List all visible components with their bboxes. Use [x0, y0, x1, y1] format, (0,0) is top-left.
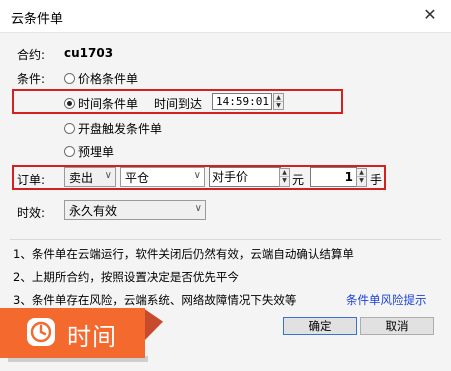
chevron-down-icon: ∨: [194, 203, 202, 214]
badge-text: 时间: [67, 323, 117, 351]
validity-value: 永久有效: [69, 203, 118, 218]
validity-label: 时效:: [17, 206, 46, 220]
radio-preset-order[interactable]: 预埋单: [64, 143, 114, 160]
radio-label: 预埋单: [78, 145, 115, 159]
spin-up-icon[interactable]: ▲: [274, 94, 283, 102]
price-unit: 元: [292, 173, 305, 187]
window-title: 云条件单: [11, 12, 64, 27]
offset-value: 平仓: [125, 170, 150, 185]
close-icon[interactable]: ✕: [419, 4, 441, 26]
quantity-unit: 手: [370, 173, 383, 187]
contract-value: cu1703: [64, 46, 114, 60]
spin-up-icon[interactable]: ▲: [357, 169, 366, 177]
title-bar: 云条件单 ✕: [0, 0, 451, 33]
radio-indicator[interactable]: [64, 73, 75, 84]
note-2: 2、上期所合约，按照设置决定是否优先平今: [13, 270, 239, 284]
validity-select[interactable]: 永久有效 ∨: [64, 200, 206, 220]
spin-down-icon[interactable]: ▼: [280, 177, 289, 184]
radio-label: 时间条件单: [78, 97, 139, 111]
quantity-input[interactable]: 1: [310, 167, 357, 187]
cancel-button[interactable]: 取消: [360, 317, 434, 335]
price-type-input[interactable]: 对手价: [209, 167, 281, 187]
risk-warning-link[interactable]: 条件单风险提示: [346, 292, 427, 308]
direction-select[interactable]: 卖出 ∨: [64, 167, 116, 187]
contract-label: 合约:: [17, 48, 46, 62]
conditional-order-dialog: 云条件单 ✕ 合约: cu1703 条件: 价格条件单 时间条件单 时间到达 1…: [0, 0, 451, 371]
divider: [10, 239, 441, 240]
spin-down-icon[interactable]: ▼: [274, 102, 283, 109]
time-reach-label: 时间到达: [154, 97, 203, 111]
clock-icon: [27, 318, 55, 346]
time-spinner[interactable]: ▲ ▼: [273, 93, 284, 110]
radio-indicator[interactable]: [64, 146, 75, 157]
condition-label: 条件:: [17, 72, 46, 86]
chevron-down-icon: ∨: [193, 170, 201, 181]
spin-down-icon[interactable]: ▼: [357, 177, 366, 184]
direction-value: 卖出: [69, 170, 94, 185]
radio-open-trigger[interactable]: 开盘触发条件单: [64, 120, 162, 137]
offset-select[interactable]: 平仓 ∨: [120, 167, 205, 187]
radio-label: 价格条件单: [78, 72, 139, 86]
radio-price-condition[interactable]: 价格条件单: [64, 70, 138, 87]
chevron-down-icon: ∨: [104, 170, 112, 181]
radio-indicator-selected[interactable]: [64, 98, 75, 109]
radio-time-condition[interactable]: 时间条件单: [64, 95, 138, 112]
note-3: 3、条件单存在风险，云端系统、网络故障情况下失效等: [13, 293, 297, 307]
radio-label: 开盘触发条件单: [78, 122, 163, 136]
spin-up-icon[interactable]: ▲: [280, 169, 289, 177]
price-spinner[interactable]: ▲ ▼: [279, 168, 290, 187]
quantity-spinner[interactable]: ▲ ▼: [356, 168, 367, 187]
badge-tail: [143, 308, 163, 342]
ok-button[interactable]: 确定: [283, 317, 357, 335]
time-input[interactable]: 14:59:01: [212, 93, 272, 110]
radio-indicator[interactable]: [64, 123, 75, 134]
order-label: 订单:: [17, 173, 46, 187]
time-badge: 时间: [0, 308, 163, 362]
note-1: 1、条件单在云端运行，软件关闭后仍然有效，云端自动确认结算单: [13, 247, 354, 261]
